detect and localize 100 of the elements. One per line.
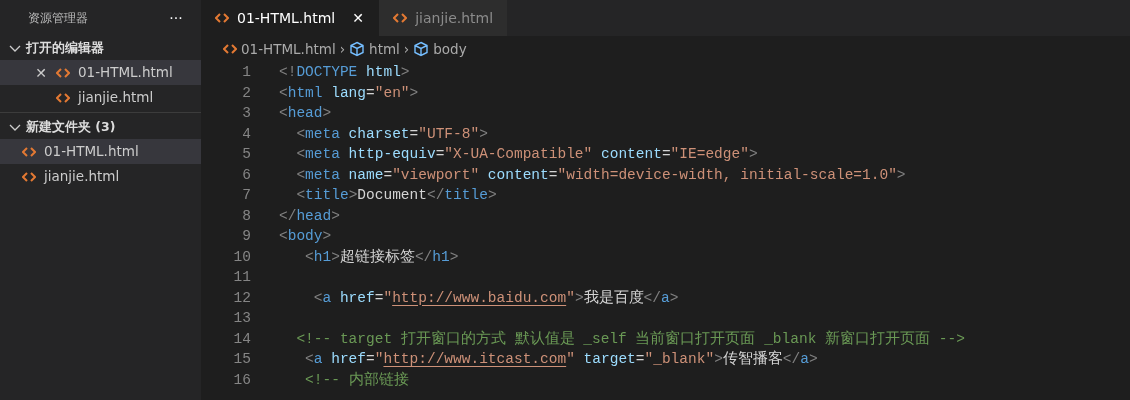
code-token: < [304, 248, 314, 265]
code-file-icon [56, 91, 70, 104]
code-token: </ [279, 207, 297, 224]
tab-label: 01-HTML.html [237, 8, 336, 28]
file-item[interactable]: ✕ 01-HTML.html [0, 60, 201, 85]
line-number: 5 [241, 145, 251, 164]
code-token: > [808, 351, 818, 367]
code-token: href [338, 289, 375, 306]
code-token: h1 [432, 248, 450, 265]
code-token: > [479, 125, 488, 142]
code-token: title [444, 187, 488, 203]
line-number: 4 [241, 124, 251, 144]
editor-tab[interactable]: 01-HTML.html ✕ [201, 0, 380, 36]
code-token: > [896, 166, 906, 183]
code-token: lang [330, 84, 367, 101]
code-token: name [347, 166, 384, 183]
file-item[interactable]: 01-HTML.html [0, 139, 201, 164]
section-title[interactable]: 打开的编辑器 [26, 38, 104, 58]
code-token: = [383, 166, 393, 183]
code-token: html [287, 84, 323, 101]
code-token: </ [782, 351, 801, 367]
code-token: > [331, 248, 340, 265]
code-token: "viewport" [392, 166, 480, 183]
code-token: < [295, 166, 306, 183]
editor-tab[interactable]: jianjie.html [379, 0, 508, 36]
code-token: 我是百度 [583, 289, 644, 306]
code-token: > [574, 289, 584, 306]
line-number: 8 [241, 206, 251, 226]
code-token: = [548, 166, 558, 183]
code-token: <!-- 内部链接 [304, 371, 409, 388]
code-token: < [312, 289, 323, 306]
section-title[interactable]: 新建文件夹 (3) [26, 117, 116, 137]
chevron-separator: › [339, 39, 346, 59]
breadcrumb-item[interactable]: html [369, 38, 400, 60]
cube-icon [413, 41, 430, 57]
code-token: meta [305, 125, 340, 142]
code-token: > [331, 207, 340, 224]
code-token: > [348, 187, 358, 203]
code-token: a [661, 289, 670, 306]
code-file-icon [223, 43, 237, 55]
code-token: = [409, 125, 419, 142]
code-token: > [449, 248, 459, 265]
breadcrumb-item[interactable]: 01-HTML.html [241, 38, 336, 60]
code-token: "_blank" [644, 351, 715, 367]
code-token: h1 [313, 248, 332, 265]
code-token: > [322, 228, 332, 244]
code-file-icon [215, 12, 229, 24]
code-token: "width=device-width, initial-scale=1.0" [557, 166, 897, 183]
cube-icon [349, 41, 366, 57]
code-token: html [365, 64, 401, 80]
code-token: DOCTYPE [296, 64, 358, 80]
file-name: 01-HTML.html [78, 63, 173, 83]
code-token: charset [347, 125, 410, 142]
chevron-separator: › [403, 39, 410, 59]
code-token: "UTF-8" [418, 125, 480, 142]
code-token: = [366, 351, 375, 367]
line-number: 13 [232, 309, 251, 328]
code-token: body [287, 228, 323, 244]
code-file-icon [56, 66, 70, 79]
code-token: content [599, 146, 662, 162]
tab-label: jianjie.html [415, 8, 494, 28]
code-token: = [661, 146, 671, 162]
code-token: < [295, 187, 306, 203]
code-token: " [566, 351, 575, 367]
line-number: 9 [241, 227, 251, 246]
code-file-icon [22, 170, 36, 183]
line-number: 10 [232, 247, 251, 267]
code-token: "IE=edge" [670, 146, 749, 162]
line-number: 11 [232, 268, 251, 287]
breadcrumb-item[interactable]: body [433, 38, 467, 60]
code-token: content [486, 166, 549, 183]
code-token: </ [643, 289, 661, 306]
code-token: </ [414, 248, 433, 265]
more-button[interactable]: ··· [169, 11, 183, 25]
code-token: meta [305, 146, 340, 162]
code-token: = [374, 289, 384, 306]
line-number: 12 [232, 288, 251, 308]
code-token: <!-- target 打开窗口的方式 默认值是 _self 当前窗口打开页面 _blank 新窗口打开页面 --> [295, 330, 965, 347]
code-token: < [295, 146, 306, 162]
line-number: 14 [232, 329, 251, 349]
file-item[interactable]: jianjie.html [0, 85, 201, 110]
code-token: <! [279, 64, 297, 80]
file-item[interactable]: jianjie.html [0, 164, 201, 189]
code-token: </ [426, 187, 445, 203]
code-token: = [635, 351, 645, 367]
code-token: < [304, 351, 314, 367]
code-token: meta [305, 166, 340, 183]
code-token: < [295, 125, 306, 142]
code-token: > [487, 187, 497, 203]
code-file-icon [393, 12, 408, 24]
code-token: a [322, 289, 332, 306]
code-token: http-equiv [347, 146, 436, 162]
code-token: > [748, 146, 758, 162]
code-token: "en" [374, 84, 410, 101]
file-name: jianjie.html [78, 88, 154, 108]
code-token: > [714, 351, 723, 367]
code-token: head [287, 105, 323, 121]
code-file-icon [22, 145, 36, 158]
code-token: a [800, 351, 809, 367]
code-token: a [313, 351, 323, 367]
